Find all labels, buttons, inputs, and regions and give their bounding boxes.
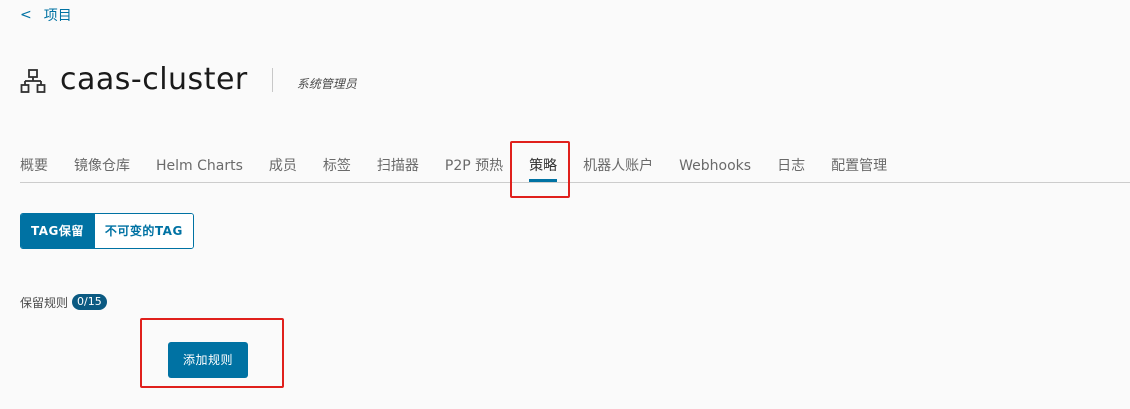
immutable-tag-button[interactable]: 不可变的TAG — [93, 214, 193, 248]
retention-rules-label: 保留规则 — [20, 295, 69, 310]
project-title: caas-cluster — [60, 62, 248, 97]
tab-webhooks[interactable]: Webhooks — [679, 150, 751, 182]
header-divider — [271, 68, 273, 92]
organization-icon — [20, 68, 46, 94]
tab-p2p-preheat[interactable]: P2P 预热 — [445, 150, 503, 182]
tab-logs[interactable]: 日志 — [777, 150, 805, 182]
chevron-left-icon: < — [20, 7, 32, 23]
tab-labels[interactable]: 标签 — [323, 150, 351, 182]
tab-summary[interactable]: 概要 — [20, 150, 48, 182]
policy-segment-group: TAG保留 不可变的TAG — [20, 213, 194, 249]
back-to-projects-link[interactable]: < 项目 — [20, 5, 72, 25]
tab-configuration[interactable]: 配置管理 — [831, 150, 887, 182]
add-rule-button[interactable]: 添加规则 — [168, 342, 248, 378]
project-tabs: 概要 镜像仓库 Helm Charts 成员 标签 扫描器 P2P 预热 策略 … — [20, 150, 1130, 183]
policy-tab-highlight — [510, 141, 570, 198]
project-header: caas-cluster 系统管理员 — [20, 60, 357, 100]
tab-scanner[interactable]: 扫描器 — [377, 150, 419, 182]
tab-repositories[interactable]: 镜像仓库 — [74, 150, 130, 182]
tab-helm-charts[interactable]: Helm Charts — [156, 150, 243, 182]
rules-count-badge: 0/15 — [72, 294, 107, 310]
tab-robot-accounts[interactable]: 机器人账户 — [583, 150, 653, 182]
tag-retention-button[interactable]: TAG保留 — [21, 214, 94, 248]
tab-members[interactable]: 成员 — [269, 150, 297, 182]
role-label: 系统管理员 — [296, 76, 357, 91]
retention-rules-row: 保留规则 0/15 — [20, 293, 107, 311]
back-link-label: 项目 — [43, 8, 72, 24]
